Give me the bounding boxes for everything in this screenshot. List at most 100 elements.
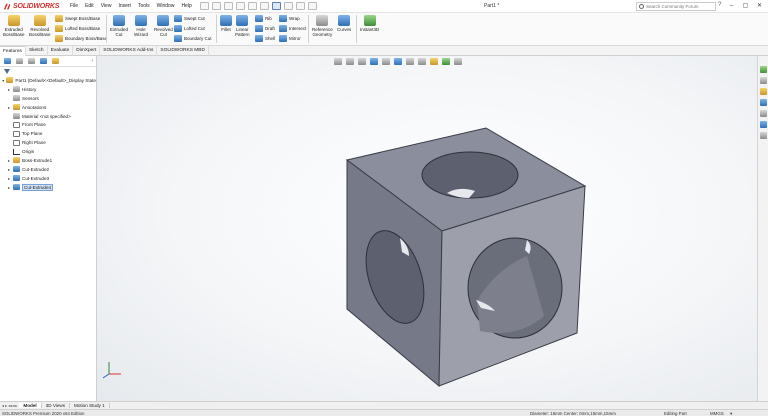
expand-arrow-icon[interactable]: ▸ — [5, 176, 13, 181]
appearances-icon[interactable] — [759, 110, 767, 117]
tree-filter[interactable] — [0, 67, 96, 76]
unit-dropdown-icon[interactable]: ▾ — [730, 411, 732, 416]
expand-arrow-icon[interactable]: ▸ — [5, 167, 13, 172]
menu-file[interactable]: File — [70, 3, 78, 9]
solidworks-logo[interactable]: SOLIDWORKS — [3, 2, 59, 11]
tree-item-cut-extrude4[interactable]: ▸ Cut-Extrude4 — [0, 183, 96, 192]
linear-pattern-button[interactable]: Linear Pattern — [235, 15, 250, 37]
configuration-manager-tab[interactable] — [26, 57, 37, 66]
swept-boss-button[interactable]: Swept Boss/Base — [55, 15, 100, 22]
tree-item-front-plane[interactable]: Front Plane — [0, 120, 96, 129]
tab-solidworks-mbd[interactable]: SOLIDWORKS MBD — [157, 46, 209, 56]
expand-arrow-icon[interactable]: ▸ — [5, 158, 13, 163]
restore-icon[interactable]: ▢ — [741, 2, 750, 9]
expand-arrow-icon[interactable]: ▸ — [5, 105, 13, 110]
tool-label: Draft — [265, 26, 275, 31]
open-document-icon[interactable] — [212, 2, 221, 10]
hole-wizard-button[interactable]: Hole Wizard — [134, 15, 148, 37]
minimize-icon[interactable]: – — [727, 3, 736, 9]
solidworks-resources-icon[interactable] — [759, 66, 767, 73]
menu-view[interactable]: View — [101, 3, 112, 9]
tree-item-annotations[interactable]: ▸ Annotations — [0, 103, 96, 112]
lofted-cut-button[interactable]: Lofted Cut — [174, 25, 205, 32]
curves-button[interactable]: Curves — [337, 15, 351, 32]
extruded-cut-button[interactable]: Extruded Cut — [110, 15, 128, 37]
graphics-area[interactable] — [97, 56, 757, 401]
reference-geometry-button[interactable]: Reference Geometry — [312, 15, 333, 37]
lofted-boss-button[interactable]: Lofted Boss/Base — [55, 25, 100, 32]
tool-label: Revolved Cut — [154, 27, 173, 37]
menu-edit[interactable]: Edit — [85, 3, 94, 9]
undo-icon[interactable] — [248, 2, 257, 10]
mirror-icon — [279, 35, 287, 42]
shell-button[interactable]: Shell — [255, 35, 275, 42]
tree-root-part[interactable]: ▾ Part1 (Default<<Default>_Display State — [0, 76, 96, 85]
print-icon[interactable] — [236, 2, 245, 10]
select-arrow-icon[interactable] — [272, 2, 281, 10]
tree-item-origin[interactable]: Origin — [0, 147, 96, 156]
redo-icon[interactable] — [260, 2, 269, 10]
plane-icon — [13, 139, 20, 146]
menu-tools[interactable]: Tools — [138, 3, 150, 9]
file-properties-icon[interactable] — [296, 2, 305, 10]
tree-item-history[interactable]: ▸ History — [0, 85, 96, 94]
fillet-icon — [220, 15, 232, 26]
boundary-cut-button[interactable]: Boundary Cut — [174, 35, 212, 42]
instant3d-button[interactable]: Instant3D — [360, 15, 379, 32]
tree-item-cut-extrude3[interactable]: ▸ Cut-Extrude3 — [0, 174, 96, 183]
close-icon[interactable]: ✕ — [755, 2, 764, 9]
tree-item-material[interactable]: Material <not specified> — [0, 112, 96, 121]
expand-arrow-icon[interactable]: ▸ — [5, 87, 13, 92]
save-icon[interactable] — [224, 2, 233, 10]
tab-sketch[interactable]: Sketch — [26, 46, 48, 56]
chevron-right-icon[interactable]: › — [91, 58, 96, 64]
unit-system[interactable]: MMGS — [710, 411, 724, 416]
tree-item-sensors[interactable]: Sensors — [0, 94, 96, 103]
tab-evaluate[interactable]: Evaluate — [48, 46, 74, 56]
tab-solidworks-add-ins[interactable]: SOLIDWORKS Add-Ins — [100, 46, 158, 56]
instant3d-icon — [363, 15, 376, 26]
revolved-boss-base-button[interactable]: Revolved Boss/Base — [29, 15, 51, 37]
file-explorer-icon[interactable] — [759, 88, 767, 95]
forum-icon[interactable] — [759, 132, 767, 139]
rib-button[interactable]: Rib — [255, 15, 272, 22]
draft-button[interactable]: Draft — [255, 25, 275, 32]
display-manager-icon — [52, 58, 59, 64]
design-library-icon[interactable] — [759, 77, 767, 84]
tab-3d-views[interactable]: 3D Views — [42, 403, 70, 408]
fillet-button[interactable]: Fillet — [220, 15, 232, 32]
tree-item-top-plane[interactable]: Top Plane — [0, 129, 96, 138]
tab-model[interactable]: Model — [19, 403, 42, 408]
reference-geometry-icon — [316, 15, 329, 26]
feature-manager-tab[interactable] — [2, 57, 13, 66]
menu-window[interactable]: Window — [157, 3, 175, 9]
revolved-cut-button[interactable]: Revolved Cut — [154, 15, 173, 37]
dimxpert-manager-tab[interactable] — [38, 57, 49, 66]
boundary-boss-button[interactable]: Boundary Boss/Base — [55, 35, 107, 42]
mirror-button[interactable]: Mirror — [279, 35, 301, 42]
tree-item-boss-extrude1[interactable]: ▸ Boss-Extrude1 — [0, 156, 96, 165]
tree-item-cut-extrude2[interactable]: ▸ Cut-Extrude2 — [0, 165, 96, 174]
help-icon[interactable]: ? — [718, 2, 721, 8]
search-box[interactable]: Search Community Forum — [636, 2, 716, 11]
view-palette-icon[interactable] — [759, 99, 767, 106]
display-manager-tab[interactable] — [50, 57, 61, 66]
options-gear-icon[interactable] — [308, 2, 317, 10]
rebuild-icon[interactable] — [284, 2, 293, 10]
property-manager-tab[interactable] — [14, 57, 25, 66]
search-input[interactable]: Search Community Forum — [646, 4, 699, 9]
tab-motion-study-1[interactable]: Motion Study 1 — [70, 403, 110, 408]
tab-nav-arrows-icon[interactable]: ◂ ▸ ◂◂ ▸▸ — [0, 403, 19, 408]
tree-item-right-plane[interactable]: Right Plane — [0, 138, 96, 147]
tab-features[interactable]: Features — [0, 46, 26, 56]
expand-arrow-icon[interactable]: ▸ — [5, 185, 13, 190]
new-document-icon[interactable] — [200, 2, 209, 10]
menu-insert[interactable]: Insert — [118, 3, 131, 9]
intersect-button[interactable]: Intersect — [279, 25, 306, 32]
tab-dimxpert[interactable]: DimXpert — [73, 46, 101, 56]
custom-properties-icon[interactable] — [759, 121, 767, 128]
extruded-boss-base-button[interactable]: Extruded Boss/Base — [3, 15, 25, 37]
swept-cut-button[interactable]: Swept Cut — [174, 15, 205, 22]
menu-help[interactable]: Help — [181, 3, 191, 9]
wrap-button[interactable]: Wrap — [279, 15, 300, 22]
